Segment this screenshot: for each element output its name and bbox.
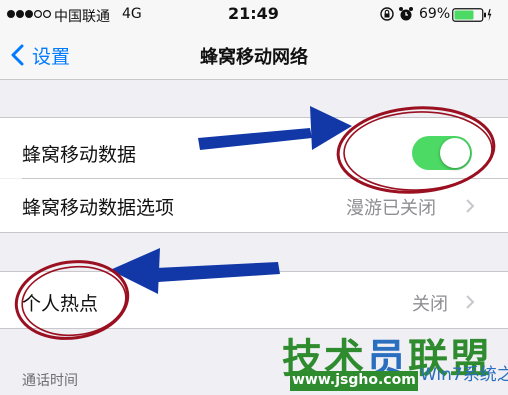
hotspot-status-value: 关闭: [412, 294, 448, 315]
navigation-bar: 设置 蜂窝移动网络: [0, 30, 508, 80]
status-time: 21:49: [228, 4, 279, 23]
cellular-data-toggle[interactable]: [412, 136, 472, 170]
rotation-lock-icon: [380, 7, 394, 21]
alarm-clock-icon: [399, 7, 413, 21]
watermark-tail: Win7系统之家: [420, 365, 508, 385]
cellular-data-row[interactable]: 蜂窝移动数据: [0, 118, 508, 178]
toggle-knob: [440, 138, 470, 168]
call-time-section-header: 通话时间: [22, 373, 78, 389]
cellular-data-options-label: 蜂窝移动数据选项: [22, 197, 175, 219]
roaming-status-value: 漫游已关闭: [346, 198, 436, 219]
cellular-data-options-row[interactable]: 蜂窝移动数据选项 漫游已关闭: [0, 179, 508, 232]
group-bottom-border: [0, 232, 508, 233]
personal-hotspot-row[interactable]: 个人热点 关闭: [0, 272, 508, 328]
chevron-right-icon: [466, 295, 475, 309]
signal-strength-icon: [7, 9, 51, 19]
battery-percentage: 69%: [419, 6, 451, 22]
network-type: 4G: [122, 6, 142, 22]
cellular-data-label: 蜂窝移动数据: [22, 144, 137, 166]
carrier-name: 中国联通: [54, 9, 110, 25]
page-title: 蜂窝移动网络: [200, 47, 308, 68]
watermark-url: www.jsgho.com: [292, 372, 416, 388]
status-bar: 中国联通 4G 21:49 69%: [0, 0, 508, 30]
battery-charging-icon: [452, 8, 492, 22]
chevron-right-icon: [466, 199, 475, 213]
personal-hotspot-label: 个人热点: [22, 293, 99, 315]
